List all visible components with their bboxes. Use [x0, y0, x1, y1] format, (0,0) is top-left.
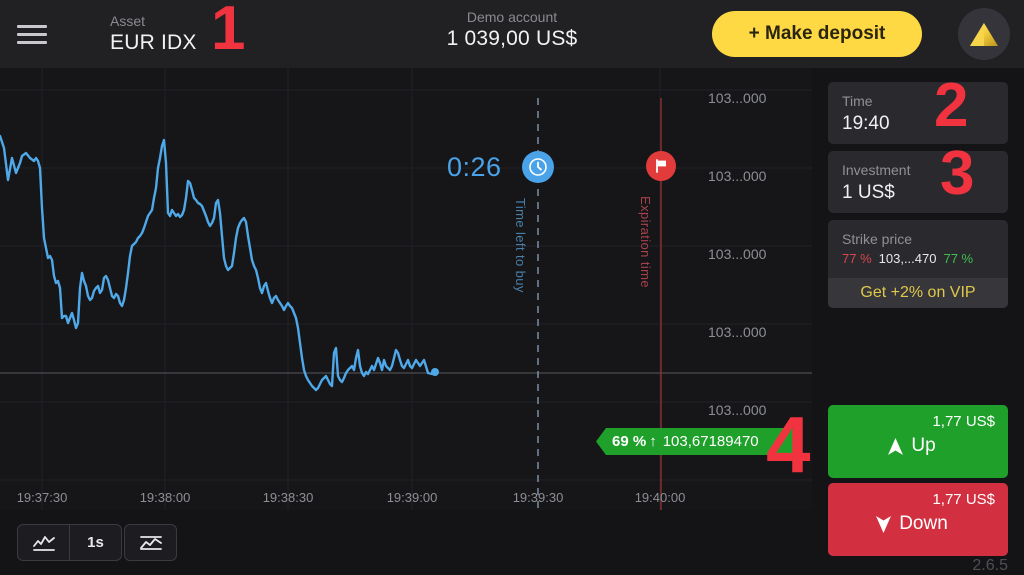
time-value: 19:40 [842, 113, 890, 134]
down-payout-amount: 1,77 US$ [932, 491, 995, 508]
indicators-button[interactable] [125, 525, 176, 560]
investment-selector[interactable]: Investment 1 US$ [828, 151, 1008, 213]
investment-value: 1 US$ [842, 182, 895, 203]
x-axis-label: 19:39:00 [386, 490, 438, 505]
clock-icon[interactable] [522, 151, 554, 183]
x-axis-label: 19:40:00 [634, 490, 686, 505]
investment-label: Investment [842, 162, 911, 178]
down-trade-button[interactable]: 1,77 US$ Down [828, 483, 1008, 556]
hamburger-line [17, 24, 47, 28]
expiration-time-label: Expiration time [638, 196, 653, 288]
time-left-to-buy-label: Time left to buy [513, 198, 528, 293]
hamburger-line [17, 40, 47, 44]
triangle-logo-icon [970, 22, 998, 46]
hamburger-line [17, 32, 47, 36]
y-axis-label: 103...000 [708, 90, 767, 106]
price-line [0, 134, 437, 392]
down-button-main: Down [828, 513, 995, 535]
y-axis-label: 103...000 [708, 246, 767, 262]
up-label: Up [911, 435, 936, 456]
price-chart[interactable]: 0:26 Time left to buy Expiration time 69… [0, 68, 812, 510]
chart-controls-group: 1s [17, 524, 122, 561]
up-payout-amount: 1,77 US$ [932, 413, 995, 430]
line-chart-icon [32, 535, 55, 551]
indicators-group [124, 524, 177, 561]
strike-price-value: 103,...470 [878, 251, 937, 266]
account-value: 1 039,00 US$ [446, 27, 578, 50]
account-label: Demo account [466, 9, 558, 25]
arrow-up-icon [888, 437, 904, 455]
strike-up-percent: 77 % [943, 251, 974, 266]
x-axis-label: 19:38:00 [139, 490, 191, 505]
chart-toolbar: 1s [0, 510, 812, 575]
payout-percent: 69 % [612, 433, 647, 450]
indicator-icon [139, 535, 162, 550]
x-axis-label: 19:39:30 [512, 490, 564, 505]
countdown-timer: 0:26 [447, 152, 502, 182]
y-axis: 103...000 103...000 103...000 103...000 … [700, 68, 812, 510]
arrow-down-icon [876, 515, 892, 533]
make-deposit-button[interactable]: + Make deposit [712, 11, 922, 57]
up-trade-button[interactable]: 1,77 US$ Up [828, 405, 1008, 478]
payout-arrow-icon: ↑ [649, 433, 657, 450]
hamburger-icon[interactable] [0, 0, 64, 68]
chart-type-button[interactable] [18, 525, 69, 560]
down-label: Down [899, 513, 948, 534]
strike-price-block[interactable]: Strike price 77 % 103,...470 77 % Get +2… [828, 220, 1008, 308]
app-version: 2.6.5 [972, 557, 1008, 574]
time-label: Time [842, 93, 873, 109]
up-button-main: Up [828, 435, 995, 457]
y-axis-label: 103...000 [708, 324, 767, 340]
flag-icon[interactable] [646, 151, 676, 181]
x-axis-label: 19:37:30 [16, 490, 68, 505]
asset-value: EUR IDX [110, 31, 197, 54]
y-axis-label: 103...000 [708, 402, 767, 418]
account-balance[interactable]: Demo account 1 039,00 US$ [447, 8, 578, 52]
timeframe-button[interactable]: 1s [70, 525, 121, 560]
y-axis-label: 103...000 [708, 168, 767, 184]
x-axis-label: 19:38:30 [262, 490, 314, 505]
top-bar: Asset EUR IDX Demo account 1 039,00 US$ … [0, 0, 1024, 68]
strike-price-row: 77 % 103,...470 77 % [842, 251, 994, 266]
strike-down-percent: 77 % [842, 251, 872, 266]
vip-upsell-button[interactable]: Get +2% on VIP [828, 278, 1008, 308]
avatar[interactable] [958, 8, 1010, 60]
trade-panel: Time 19:40 Investment 1 US$ Strike price… [812, 68, 1024, 575]
x-axis: 19:37:30 19:38:00 19:38:30 19:39:00 19:3… [0, 490, 812, 512]
asset-selector[interactable]: Asset EUR IDX [110, 12, 197, 56]
strike-price-label: Strike price [842, 231, 913, 247]
time-selector[interactable]: Time 19:40 [828, 82, 1008, 144]
price-line-endpoint [431, 368, 439, 376]
asset-label: Asset [110, 13, 146, 29]
